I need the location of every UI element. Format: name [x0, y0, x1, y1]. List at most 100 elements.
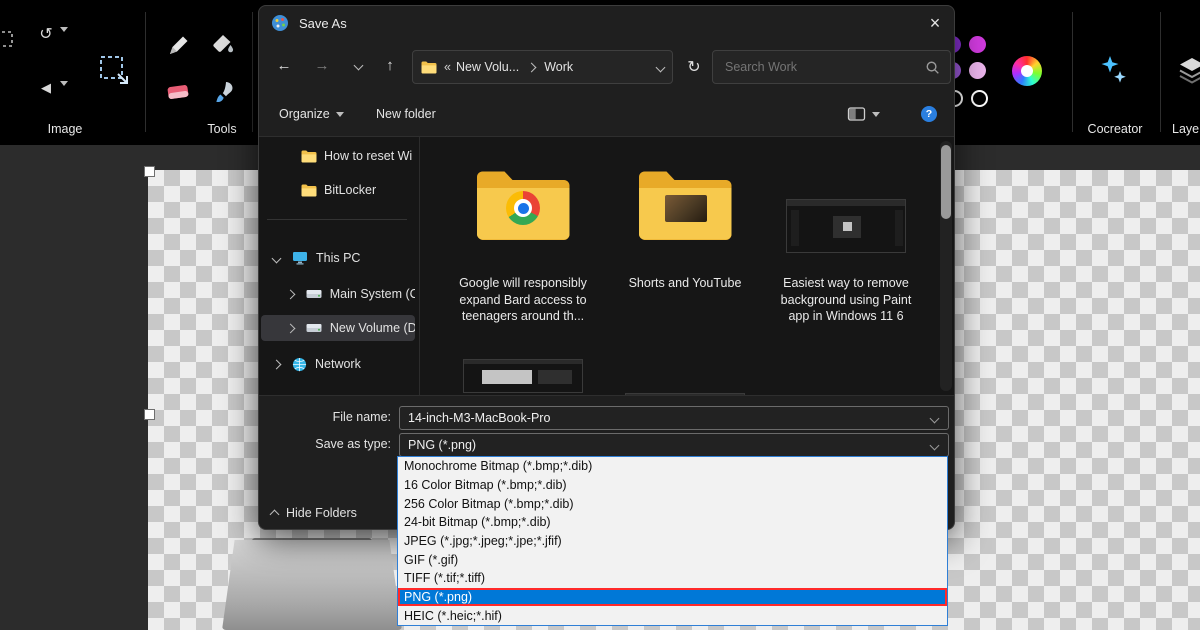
- organize-button[interactable]: Organize: [279, 104, 344, 124]
- chrome-logo-icon: [506, 191, 540, 225]
- network-icon: [292, 357, 307, 372]
- cocreator-icon[interactable]: [1100, 54, 1128, 86]
- type-option-24bit-bitmap[interactable]: 24-bit Bitmap (*.bmp;*.dib): [398, 513, 947, 532]
- folder-icon: [421, 61, 437, 74]
- sidebar-item-new-volume[interactable]: New Volume (D: [261, 315, 415, 341]
- type-option-gif[interactable]: GIF (*.gif): [398, 550, 947, 569]
- type-option-16-color-bitmap[interactable]: 16 Color Bitmap (*.bmp;*.dib): [398, 476, 947, 495]
- chevron-right-icon[interactable]: [286, 289, 296, 299]
- selection-handle[interactable]: [144, 166, 155, 177]
- sidebar-item-bitlocker[interactable]: BitLocker: [261, 177, 415, 203]
- type-option-256-color-bitmap[interactable]: 256 Color Bitmap (*.bmp;*.dib): [398, 494, 947, 513]
- color-swatch[interactable]: [971, 90, 988, 107]
- type-option-monochrome-bitmap[interactable]: Monochrome Bitmap (*.bmp;*.dib): [398, 457, 947, 476]
- sidebar-item-this-pc[interactable]: This PC: [261, 245, 415, 271]
- sidebar-item-how-to-reset[interactable]: How to reset Wi: [261, 143, 415, 169]
- file-thumbnail-partial[interactable]: [463, 359, 583, 393]
- help-icon[interactable]: ?: [921, 106, 937, 122]
- save-as-dialog: Save As × ← → ↑ « New Volu... Work ↻ Org…: [258, 5, 955, 530]
- drive-icon: [306, 323, 322, 333]
- search-box[interactable]: [712, 50, 951, 84]
- refresh-icon[interactable]: ↻: [679, 52, 709, 82]
- new-folder-label: New folder: [376, 107, 436, 121]
- folder-icon: [301, 184, 317, 197]
- sidebar-item-label: How to reset Wi: [324, 149, 412, 163]
- file-thumbnail-partial[interactable]: [625, 393, 745, 396]
- hide-folders-button[interactable]: Hide Folders: [271, 502, 357, 524]
- type-option-tiff[interactable]: TIFF (*.tif;*.tiff): [398, 569, 947, 588]
- new-folder-button[interactable]: New folder: [376, 104, 436, 124]
- pencil-icon[interactable]: [166, 32, 190, 58]
- rotate-caret-icon[interactable]: [60, 32, 68, 50]
- address-bar[interactable]: « New Volu... Work: [412, 50, 673, 84]
- search-icon[interactable]: [925, 60, 940, 75]
- sidebar-item-main-system[interactable]: Main System (C: [261, 281, 415, 307]
- fill-bucket-icon[interactable]: [210, 32, 236, 58]
- brush-icon[interactable]: [212, 80, 234, 104]
- file-item-shorts-youtube[interactable]: Shorts and YouTube: [610, 165, 760, 292]
- search-input[interactable]: [713, 60, 925, 74]
- layers-button[interactable]: Laye: [1172, 122, 1200, 136]
- chevron-down-icon[interactable]: [272, 253, 282, 263]
- toolbar-separator: [145, 12, 146, 132]
- type-option-png-selected[interactable]: PNG (*.png): [398, 588, 947, 607]
- chevron-right-icon[interactable]: [286, 323, 296, 333]
- file-label: Shorts and YouTube: [610, 275, 760, 292]
- resize-icon[interactable]: [96, 52, 132, 88]
- rotate-icon[interactable]: ↺: [36, 24, 56, 44]
- close-icon[interactable]: ×: [921, 11, 949, 35]
- file-name-dropdown-chevron-icon[interactable]: [930, 413, 940, 423]
- selection-tool-icon[interactable]: [0, 28, 16, 50]
- scrollbar[interactable]: [940, 141, 952, 391]
- paint-app: ↺ ◀ Image Tools: [0, 0, 1200, 630]
- file-browser: How to reset Wi BitLocker This PC Main S…: [259, 136, 954, 396]
- file-name-field[interactable]: [399, 406, 949, 430]
- toolbar-separator: [1072, 12, 1073, 132]
- chevron-up-icon: [270, 510, 280, 520]
- chevron-right-icon[interactable]: [272, 359, 282, 369]
- type-option-heic[interactable]: HEIC (*.heic;*.hif): [398, 606, 947, 625]
- save-as-type-combobox[interactable]: PNG (*.png): [399, 433, 949, 457]
- toolbar-separator: [1160, 12, 1161, 132]
- layers-icon[interactable]: [1178, 56, 1200, 84]
- breadcrumb-current[interactable]: Work: [544, 60, 573, 74]
- file-item-easiest-way[interactable]: Easiest way to remove background using P…: [771, 165, 921, 325]
- file-name-label: File name:: [259, 410, 391, 424]
- flip-icon[interactable]: ◀: [36, 78, 56, 98]
- back-button[interactable]: ←: [269, 50, 299, 80]
- breadcrumb-separator-icon: [527, 62, 537, 72]
- selection-handle[interactable]: [144, 409, 155, 420]
- cocreator-button[interactable]: Cocreator: [1078, 122, 1152, 136]
- navigation-pane: How to reset Wi BitLocker This PC Main S…: [259, 137, 420, 395]
- folder-image-icon: [635, 165, 735, 245]
- drive-icon: [306, 289, 322, 299]
- address-dropdown-chevron-icon[interactable]: [656, 62, 666, 72]
- type-option-jpeg[interactable]: JPEG (*.jpg;*.jpeg;*.jpe;*.jfif): [398, 532, 947, 551]
- folder-chrome-icon: [473, 165, 573, 245]
- save-as-type-chevron-icon[interactable]: [930, 440, 940, 450]
- sidebar-divider: [267, 219, 407, 220]
- breadcrumb-prefix: «: [444, 60, 451, 74]
- save-as-type-value: PNG (*.png): [400, 438, 476, 452]
- file-label: Easiest way to remove background using P…: [771, 275, 921, 325]
- file-name-input[interactable]: [400, 411, 931, 425]
- flip-caret-icon[interactable]: [60, 86, 68, 104]
- folder-preview-image: [665, 195, 707, 222]
- color-wheel-icon[interactable]: [1012, 56, 1042, 86]
- sidebar-item-label: Network: [315, 357, 361, 371]
- color-swatch[interactable]: [969, 62, 986, 79]
- sidebar-item-label: Main System (C: [330, 287, 415, 301]
- eraser-icon[interactable]: [166, 82, 190, 102]
- file-item-google-bard[interactable]: Google will responsibly expand Bard acce…: [448, 165, 598, 325]
- color-swatch[interactable]: [969, 36, 986, 53]
- view-options-button[interactable]: [847, 104, 880, 124]
- forward-button[interactable]: →: [307, 50, 337, 80]
- scrollbar-thumb[interactable]: [941, 145, 951, 219]
- recent-locations-chevron-icon[interactable]: [343, 50, 373, 80]
- breadcrumb-parent[interactable]: New Volu...: [456, 60, 519, 74]
- save-as-type-label: Save as type:: [259, 437, 391, 451]
- up-button[interactable]: ↑: [375, 50, 405, 80]
- this-pc-icon: [292, 251, 308, 265]
- sidebar-item-network[interactable]: Network: [261, 351, 415, 377]
- hide-folders-label: Hide Folders: [286, 506, 357, 520]
